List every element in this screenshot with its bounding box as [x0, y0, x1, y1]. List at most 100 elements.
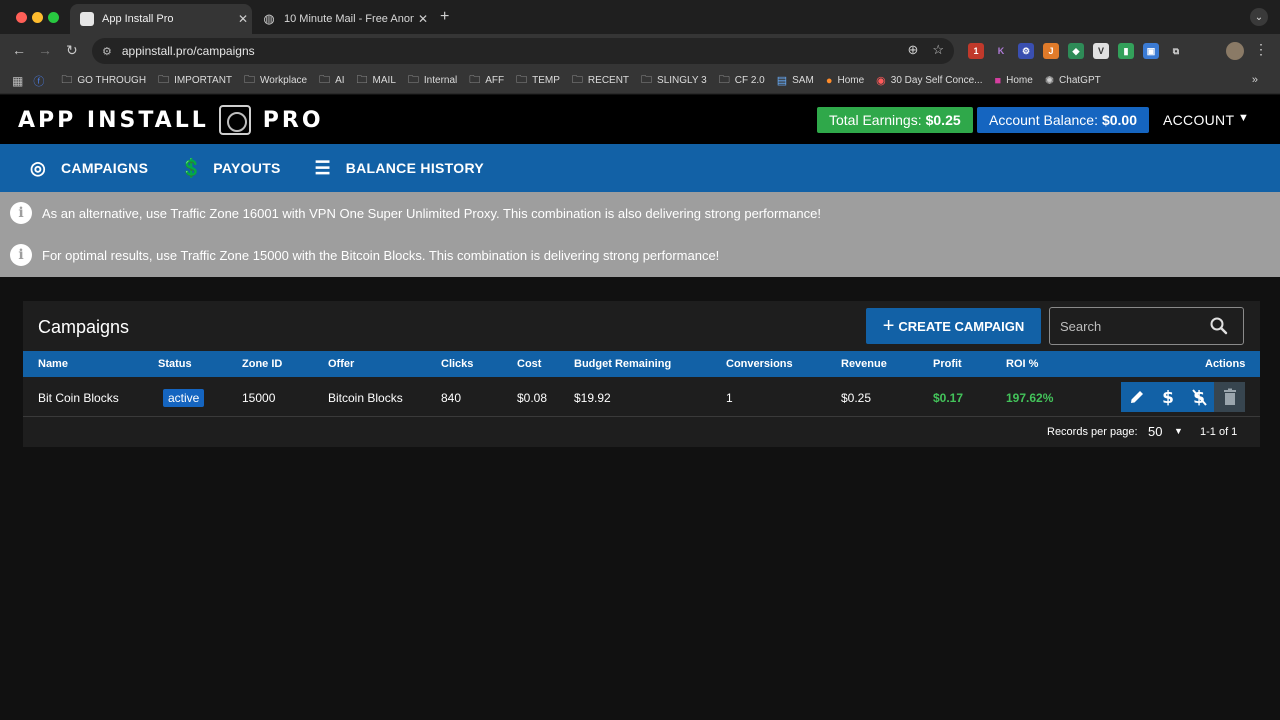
- tab-title: 10 Minute Mail - Free Anonym: [284, 13, 414, 25]
- folder-icon: 🗀: [356, 74, 368, 86]
- browser-tab-bar: App Install Pro ✕ ◍ 10 Minute Mail - Fre…: [0, 0, 1280, 34]
- tab-10-minute-mail[interactable]: ◍ 10 Minute Mail - Free Anonym ✕: [252, 4, 432, 34]
- logo[interactable]: APP INSTALL PRO: [18, 105, 324, 135]
- bookmark-link[interactable]: ◉ 30 Day Self Conce...: [876, 74, 982, 87]
- add-budget-button[interactable]: $: [1152, 382, 1183, 412]
- bookmark-link[interactable]: ✺ ChatGPT: [1045, 74, 1101, 87]
- extensions-puzzle-icon[interactable]: ⧉: [1168, 43, 1184, 59]
- back-arrow-icon[interactable]: ←: [12, 42, 26, 58]
- window-close-button[interactable]: [16, 12, 27, 23]
- browser-menu-icon[interactable]: ⋮: [1254, 41, 1268, 58]
- apps-grid-icon[interactable]: ▦: [12, 74, 23, 88]
- bookmark-label: SAM: [792, 75, 814, 86]
- plus-icon: +: [882, 314, 895, 337]
- target-cursor-icon: ◎: [29, 157, 46, 178]
- forward-arrow-icon[interactable]: →: [38, 42, 52, 58]
- column-header-profit[interactable]: Profit: [933, 351, 962, 377]
- bookmark-link[interactable]: ● Home: [826, 75, 864, 87]
- column-header-clicks[interactable]: Clicks: [441, 351, 473, 377]
- reload-icon[interactable]: ↻: [66, 42, 78, 59]
- extension-icon[interactable]: ▮: [1118, 43, 1134, 59]
- bookmark-link[interactable]: ■ Home: [994, 75, 1032, 87]
- earnings-label: Total Earnings:: [829, 112, 922, 128]
- site-icon: ■: [994, 74, 1002, 87]
- extension-icon[interactable]: 1: [968, 43, 984, 59]
- create-campaign-button[interactable]: + CREATE CAMPAIGN: [866, 308, 1041, 344]
- nav-label: CAMPAIGNS: [61, 160, 149, 176]
- edit-button[interactable]: [1121, 382, 1152, 412]
- window-zoom-button[interactable]: [48, 12, 59, 23]
- search-field[interactable]: [1049, 307, 1244, 345]
- bookmark-folder[interactable]: 🗀 GO THROUGH: [61, 71, 146, 90]
- bookmark-folder[interactable]: 🗀 AFF: [469, 71, 504, 90]
- delete-button[interactable]: [1214, 382, 1245, 412]
- bookmark-folder[interactable]: 🗀 Workplace: [244, 71, 307, 90]
- bookmark-label: GO THROUGH: [77, 75, 147, 86]
- table-header: Name Status Zone ID Offer Clicks Cost Bu…: [23, 351, 1260, 377]
- tab-close-icon[interactable]: ✕: [414, 12, 432, 26]
- bookmark-folder[interactable]: 🗀 Internal: [408, 71, 457, 90]
- column-header-offer[interactable]: Offer: [328, 351, 354, 377]
- account-menu[interactable]: ACCOUNT: [1163, 112, 1234, 128]
- bookmark-folder[interactable]: 🗀 MAIL: [357, 71, 396, 90]
- address-bar[interactable]: ⚙ appinstall.pro/campaigns ⊕ ☆: [92, 38, 954, 64]
- nav-campaigns[interactable]: ◎ CAMPAIGNS: [28, 158, 148, 179]
- alert-text: As an alternative, use Traffic Zone 1600…: [42, 205, 821, 221]
- account-balance-badge: Account Balance: $0.00: [977, 107, 1150, 133]
- bookmark-facebook[interactable]: ⓕ: [33, 73, 49, 89]
- bookmarks-bar: ▦ ⓕ 🗀 GO THROUGH 🗀 IMPORTANT 🗀 Workplace 🗀 A…: [0, 68, 1280, 94]
- search-input[interactable]: [1060, 318, 1210, 334]
- bookmark-folder[interactable]: 🗀 TEMP: [516, 71, 560, 90]
- tab-app-install-pro[interactable]: App Install Pro ✕: [70, 4, 252, 34]
- caret-down-icon[interactable]: ▼: [1174, 426, 1183, 436]
- site-settings-icon[interactable]: ⚙: [102, 45, 112, 58]
- new-tab-button[interactable]: +: [440, 8, 449, 26]
- bookmark-folder[interactable]: 🗀 RECENT: [572, 71, 629, 90]
- column-header-cost[interactable]: Cost: [517, 351, 541, 377]
- window-minimize-button[interactable]: [32, 12, 43, 23]
- cell-offer: Bitcoin Blocks: [328, 390, 403, 405]
- zoom-icon[interactable]: ⊕: [907, 42, 918, 58]
- extension-icon[interactable]: V: [1093, 43, 1109, 59]
- svg-text:$: $: [1162, 388, 1174, 407]
- tab-search-chevron-icon[interactable]: ⌄: [1250, 8, 1268, 26]
- bookmark-link[interactable]: ▤ SAM: [777, 74, 814, 87]
- column-header-roi[interactable]: ROI %: [1006, 351, 1038, 377]
- bookmark-star-icon[interactable]: ☆: [932, 42, 944, 58]
- url-text: appinstall.pro/campaigns: [121, 44, 255, 58]
- logo-text-right: PRO: [262, 107, 324, 133]
- bookmark-label: TEMP: [532, 75, 560, 86]
- extension-icon[interactable]: K: [993, 43, 1009, 59]
- nav-balance-history[interactable]: ☰ BALANCE HISTORY: [313, 158, 484, 179]
- nav-label: BALANCE HISTORY: [345, 160, 484, 176]
- bookmark-folder[interactable]: 🗀 CF 2.0: [719, 71, 765, 90]
- bookmark-label: AI: [335, 75, 345, 86]
- bookmark-label: Workplace: [260, 75, 308, 86]
- extension-icon[interactable]: ◆: [1068, 43, 1084, 59]
- profile-avatar[interactable]: [1226, 42, 1244, 60]
- extension-icon[interactable]: J: [1043, 43, 1059, 59]
- column-header-budget[interactable]: Budget Remaining: [574, 351, 671, 377]
- page-title: Campaigns: [38, 317, 130, 337]
- records-per-page-select[interactable]: 50: [1148, 424, 1162, 439]
- extension-icon[interactable]: ▣: [1143, 43, 1159, 59]
- nav-payouts[interactable]: 💲 PAYOUTS: [180, 158, 280, 179]
- extensions-row: 1 K ⚙ J ◆ V ▮ ▣ ⧉: [968, 43, 1184, 59]
- column-header-conversions[interactable]: Conversions: [726, 351, 793, 377]
- cell-zone: 15000: [242, 390, 276, 405]
- more-bookmarks-chevron-icon[interactable]: »: [1252, 74, 1258, 86]
- remove-budget-button[interactable]: $: [1183, 382, 1214, 412]
- caret-down-icon[interactable]: ▼: [1238, 112, 1249, 124]
- bookmark-label: AFF: [485, 75, 505, 86]
- column-header-name[interactable]: Name: [38, 351, 68, 377]
- records-per-page-label: Records per page:: [1047, 426, 1138, 438]
- tab-close-icon[interactable]: ✕: [234, 12, 252, 26]
- column-header-zone[interactable]: Zone ID: [242, 351, 282, 377]
- column-header-revenue[interactable]: Revenue: [841, 351, 887, 377]
- bookmark-folder[interactable]: 🗀 SLINGLY 3: [641, 71, 707, 90]
- bookmark-folder[interactable]: 🗀 AI: [319, 71, 344, 90]
- search-icon[interactable]: [1209, 316, 1229, 336]
- column-header-status[interactable]: Status: [158, 351, 192, 377]
- bookmark-folder[interactable]: 🗀 IMPORTANT: [158, 71, 232, 90]
- extension-icon[interactable]: ⚙: [1018, 43, 1034, 59]
